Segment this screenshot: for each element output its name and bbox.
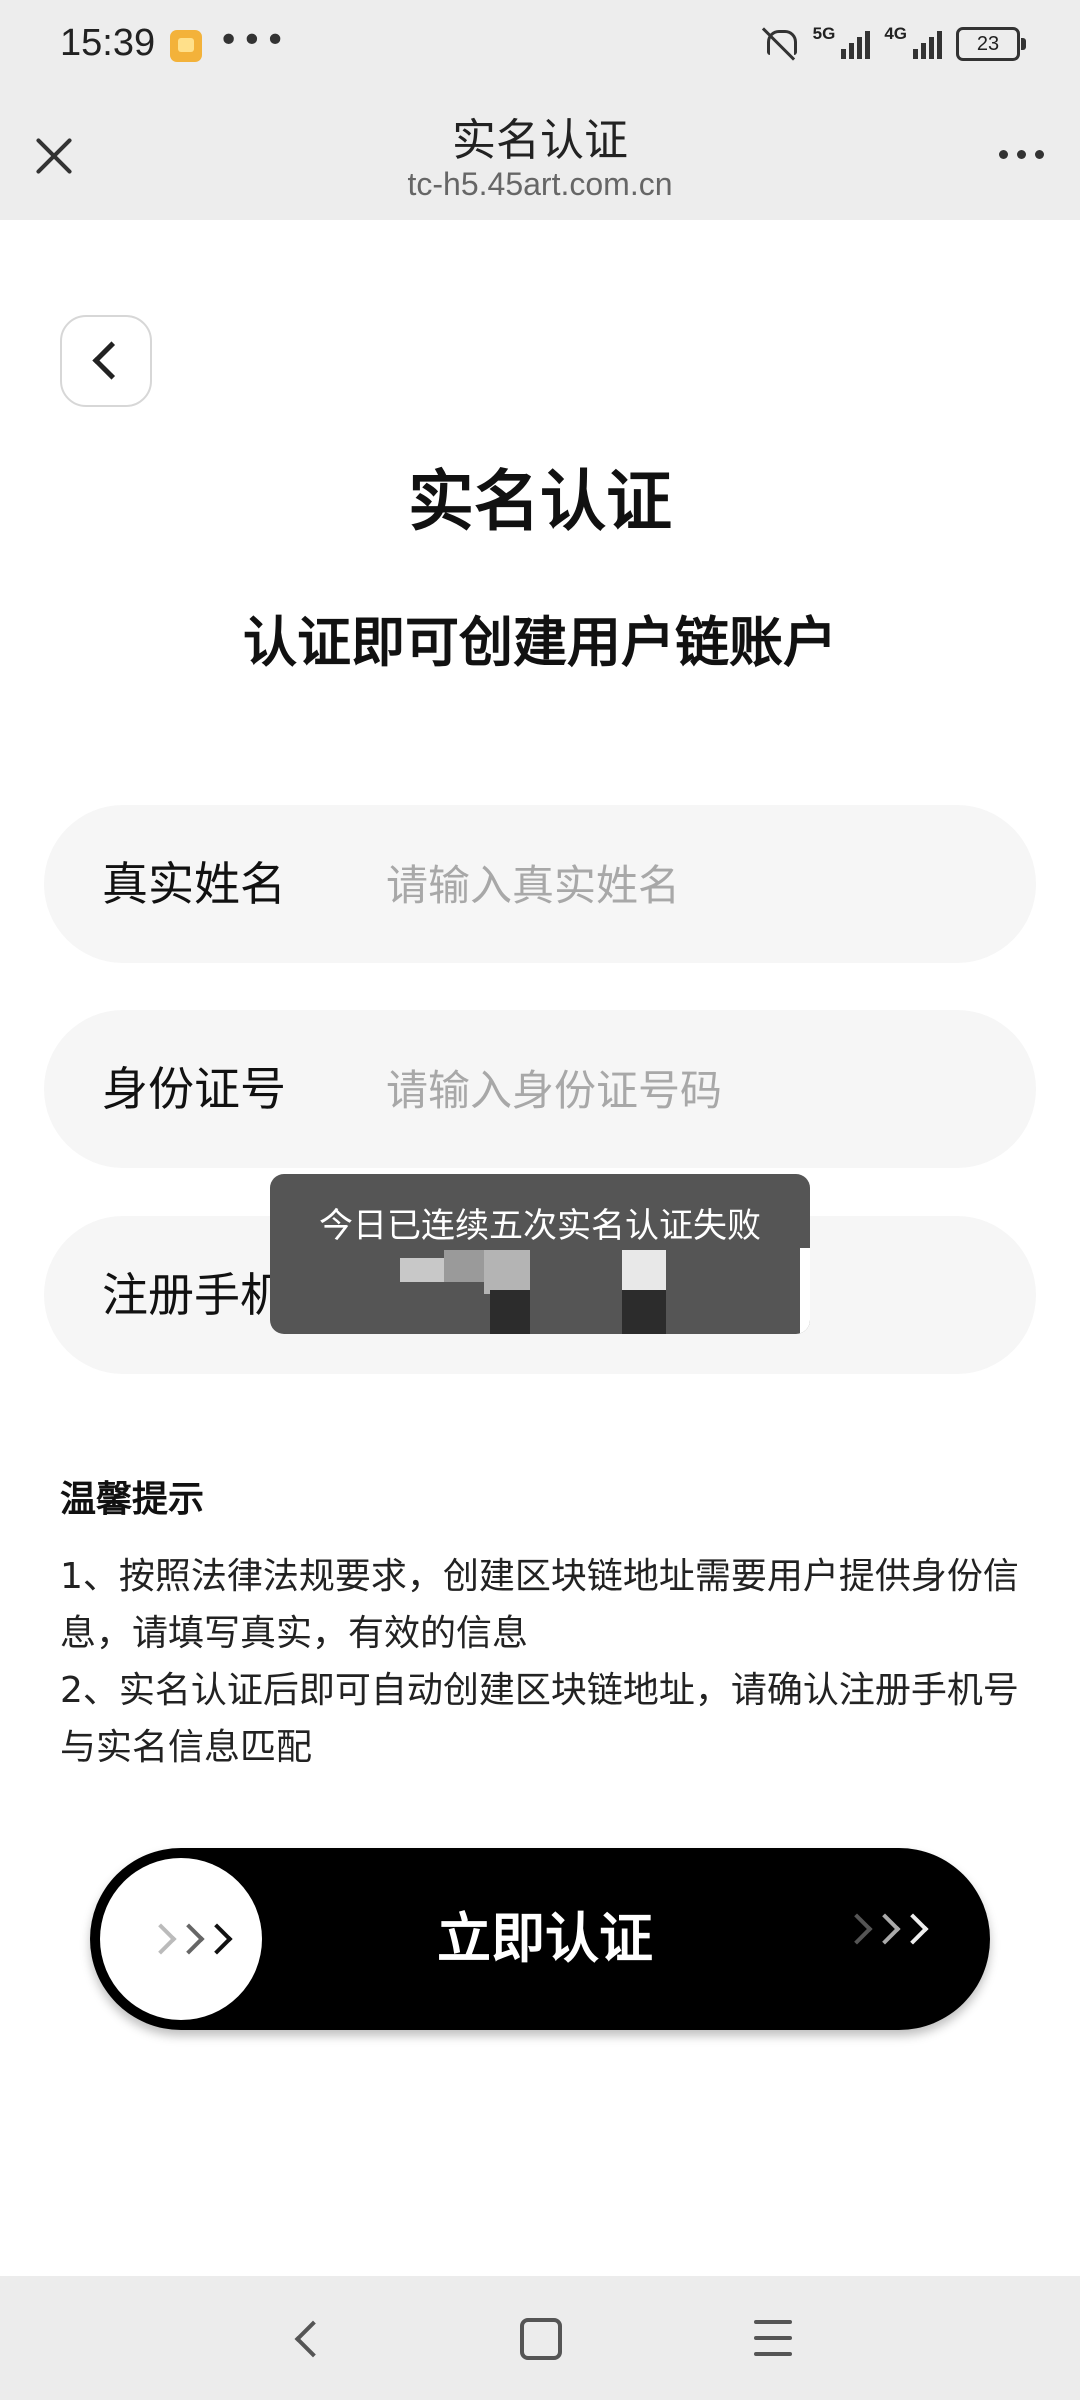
notification-app-icon [170,30,202,62]
tips-line-2: 2、实名认证后即可自动创建区块链地址，请确认注册手机号与实名信息匹配 [60,1670,1019,1768]
browser-header: 实名认证 tc-h5.45art.com.cn [0,90,1080,220]
page-subtitle: 认证即可创建用户链账户 [243,611,837,674]
signal-4g-icon [913,29,942,59]
browser-title: 实名认证 [452,115,628,166]
id-field-label: 身份证号 [102,1062,286,1116]
status-icons: 5G 4G 23 [759,24,1026,64]
mute-icon [759,24,799,64]
name-field-label: 真实姓名 [102,857,286,911]
network-4g-label: 4G [884,24,907,43]
tips-line-1: 1、按照法律法规要求，创建区块链地址需要用户提供身份信息，请填写真实，有效的信息 [60,1556,1019,1654]
phone-field-label: 注册手机 [102,1268,286,1322]
name-input[interactable] [384,839,988,931]
name-field-row: 真实姓名 [44,805,1036,963]
network-5g-label: 5G [812,24,836,43]
tips-body: 1、按照法律法规要求，创建区块链地址需要用户提供身份信息，请填写真实，有效的信息… [60,1548,1030,1776]
more-notifications-icon: ••• [218,20,288,61]
toast-message: 今日已连续五次实名认证失败 [319,1206,761,1246]
battery-icon: 23 [956,27,1026,61]
page-title: 实名认证 [408,463,672,540]
nav-home-icon[interactable] [520,2318,562,2360]
error-toast: 今日已连续五次实名认证失败 [270,1174,810,1334]
slide-handle[interactable] [100,1858,262,2020]
nav-back-icon[interactable] [288,2318,328,2358]
status-time: 15:39 [60,22,156,64]
toast-glitch-block [622,1290,666,1334]
toast-glitch-block [400,1258,444,1282]
browser-url: tc-h5.45art.com.cn [407,166,673,202]
toast-glitch-block [622,1250,666,1290]
tips-title: 温馨提示 [60,1479,205,1520]
status-bar: 15:39 ••• 5G 4G 23 [0,0,1080,90]
chevrons-right-icon [145,1923,234,1955]
toast-glitch-block [484,1250,530,1294]
nav-menu-icon[interactable] [754,2320,792,2356]
toast-glitch-block [444,1250,484,1282]
toast-glitch-block [800,1248,810,1334]
verify-slide-button[interactable]: 立即认证 [90,1848,990,2030]
more-options-icon[interactable] [986,134,1056,174]
id-field-row: 身份证号 [44,1010,1036,1168]
signal-5g-icon [841,29,871,59]
back-button[interactable] [60,315,152,407]
toast-glitch-block [490,1290,530,1334]
chevrons-right-icon [841,1913,930,1945]
id-number-input[interactable] [384,1044,988,1136]
system-nav-bar [0,2276,1080,2400]
